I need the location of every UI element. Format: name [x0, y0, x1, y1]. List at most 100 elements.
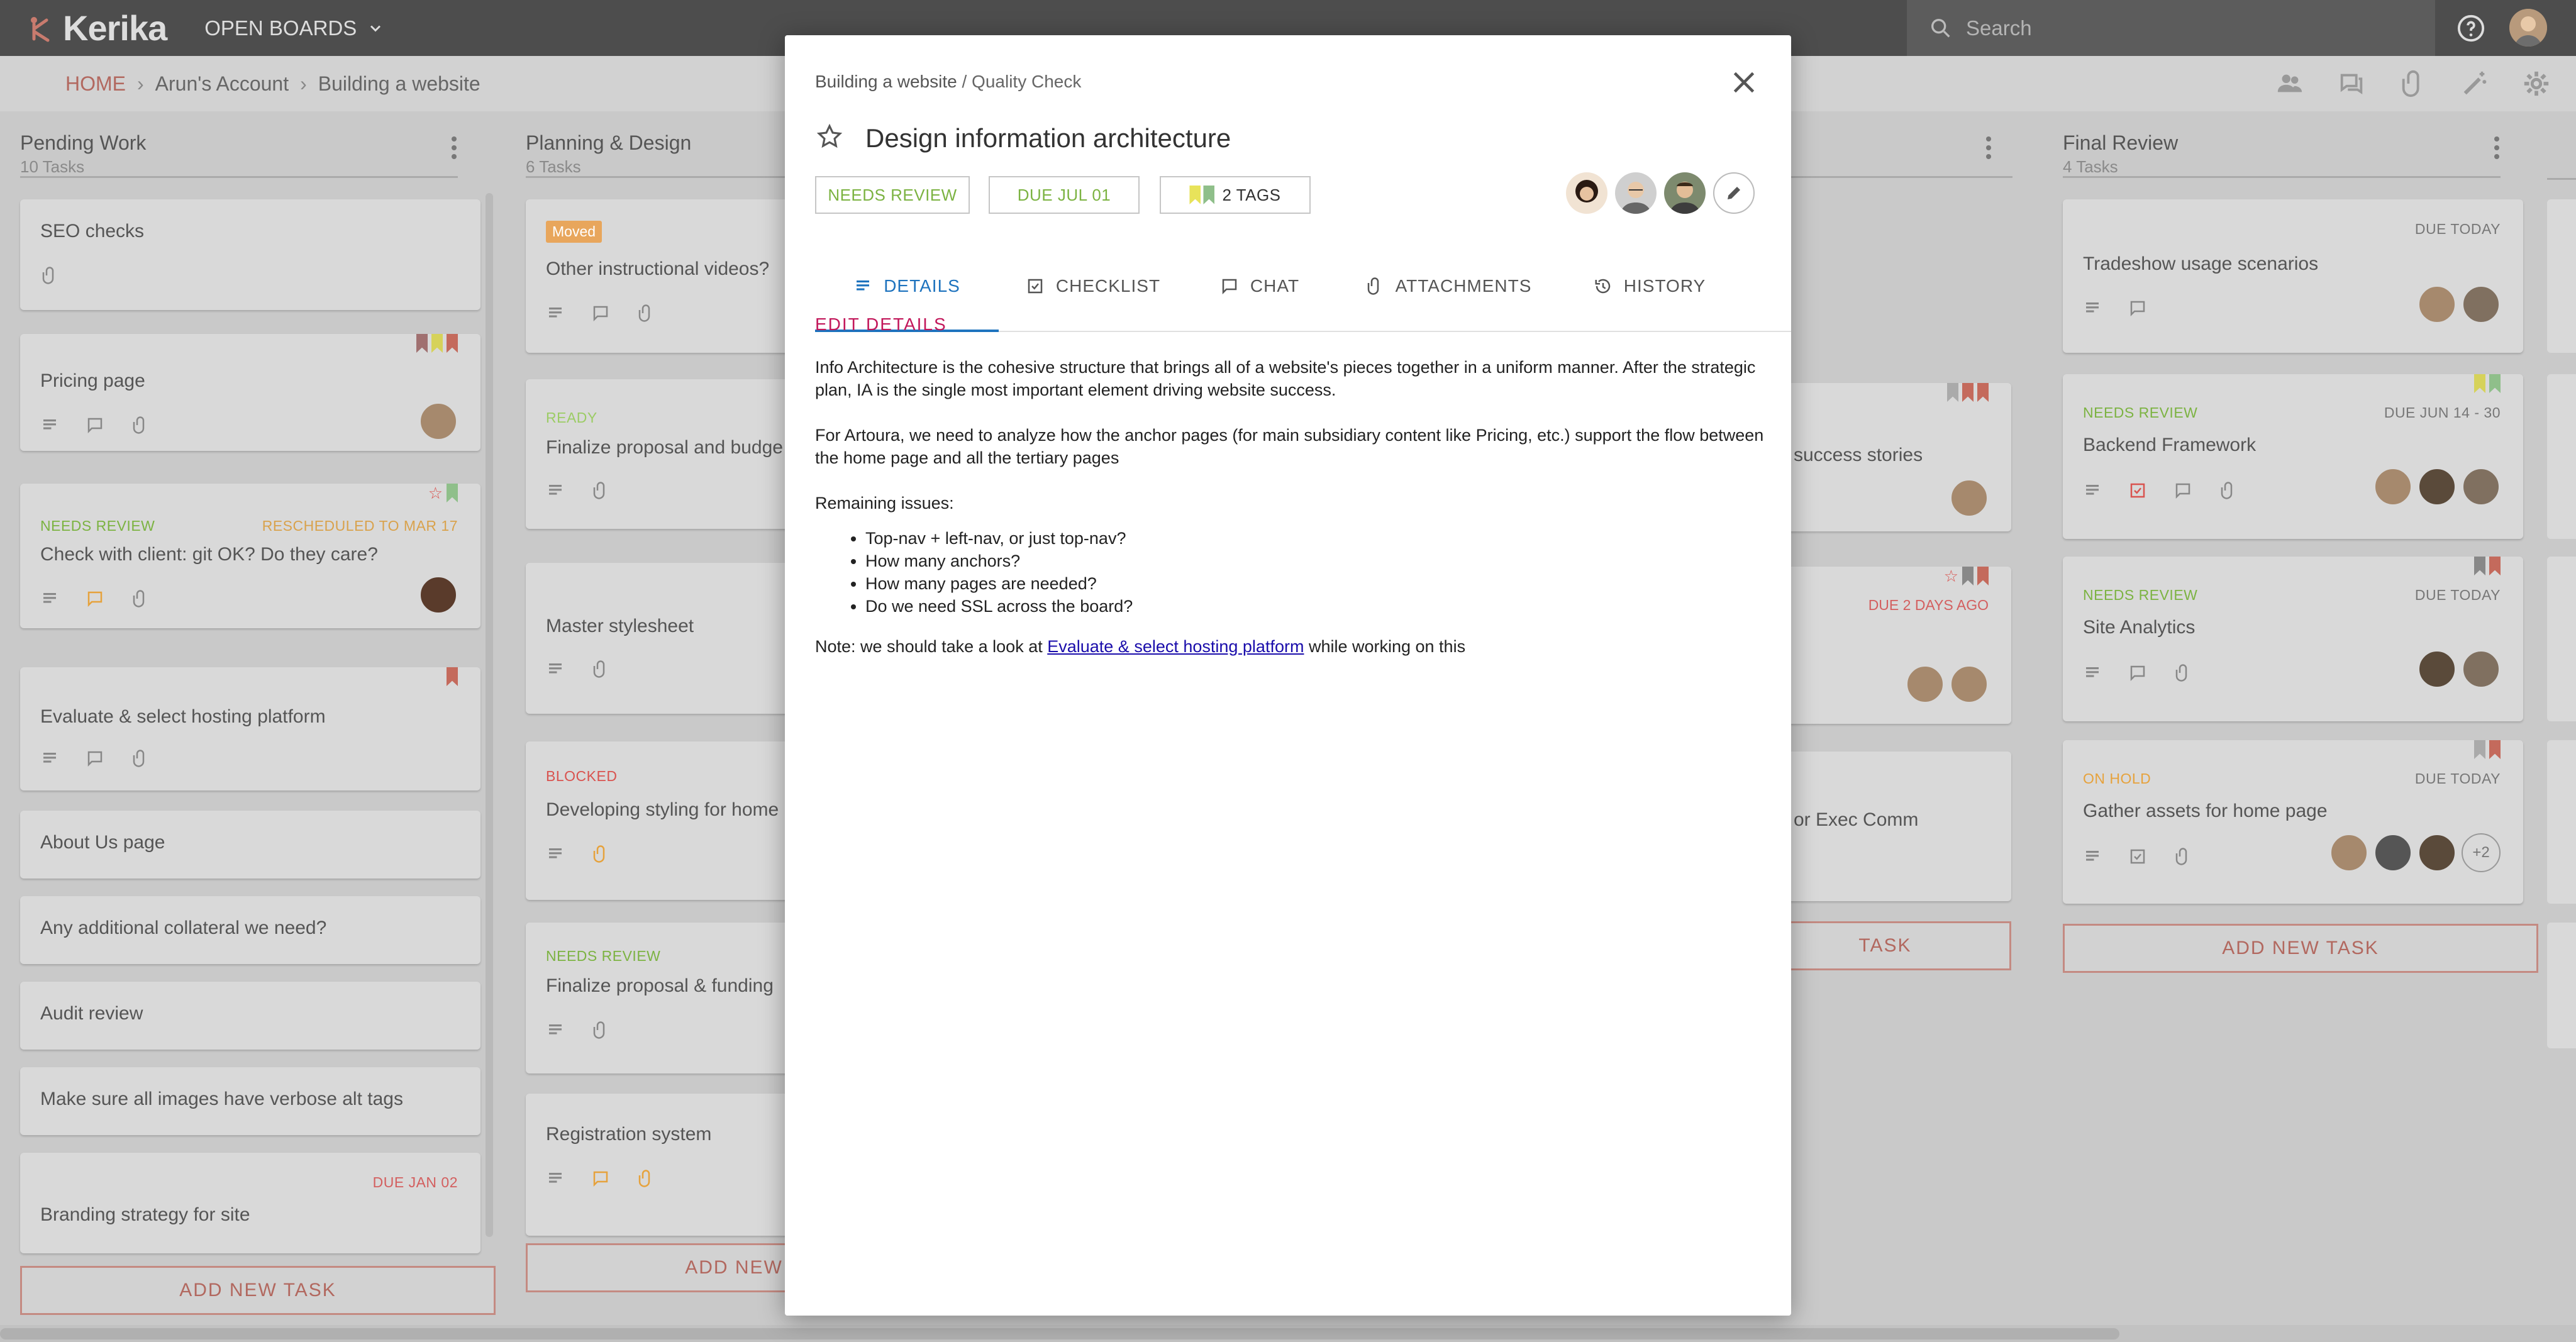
kerika-logo-icon: [31, 16, 50, 42]
breadcrumb-separator: /: [957, 72, 972, 91]
open-boards-label: OPEN BOARDS: [204, 16, 357, 40]
card-avatars: [419, 402, 458, 441]
card-avatars: [2373, 467, 2501, 506]
remaining-issues-heading: Remaining issues:: [815, 494, 954, 513]
breadcrumb-home[interactable]: HOME: [65, 72, 126, 96]
avatar[interactable]: [1615, 172, 1657, 214]
close-icon[interactable]: [1728, 67, 1760, 98]
edit-assignees-button[interactable]: [1713, 172, 1755, 214]
card-tradeshow[interactable]: DUE TODAY Tradeshow usage scenarios: [2063, 199, 2523, 353]
card-icons: [40, 589, 150, 608]
kerika-logo[interactable]: Kerika: [25, 0, 167, 56]
card-backend-framework[interactable]: NEEDS REVIEW DUE JUN 14 - 30 Backend Fra…: [2063, 374, 2523, 539]
user-avatar[interactable]: [2509, 9, 2547, 47]
breadcrumb-account[interactable]: Arun's Account: [155, 72, 289, 96]
details-icon: [549, 307, 562, 318]
tab-attachments[interactable]: ATTACHMENTS: [1332, 240, 1565, 332]
board-chat-icon[interactable]: [2337, 69, 2366, 98]
task-breadcrumb: Building a website / Quality Check: [815, 72, 1081, 92]
attachment-icon[interactable]: [2399, 69, 2428, 98]
card-icons: [40, 749, 150, 768]
tab-label: ATTACHMENTS: [1395, 276, 1532, 296]
card-icons: [40, 416, 150, 435]
list-item: Top-nav + left-nav, or just top-nav?: [865, 527, 1771, 550]
add-new-task-button[interactable]: TASK: [1761, 921, 2011, 970]
tab-checklist[interactable]: CHECKLIST: [999, 240, 1187, 332]
card-title: Evaluate & select hosting platform: [40, 706, 326, 727]
attachment-icon: [2175, 664, 2187, 682]
more-avatars-badge[interactable]: +2: [2462, 833, 2501, 872]
status-badge: NEEDS REVIEW: [2083, 404, 2198, 421]
attachment-icon: [593, 482, 605, 499]
due-date: DUE TODAY: [2414, 221, 2501, 237]
search-input[interactable]: Search: [1907, 0, 2435, 56]
team-icon[interactable]: [2275, 69, 2304, 98]
details-icon: [2086, 302, 2099, 313]
card-success-stories[interactable]: success stories: [1761, 383, 2011, 531]
details-icon: [2086, 850, 2099, 861]
card-gather-assets[interactable]: ON HOLD DUE TODAY Gather assets for home…: [2063, 740, 2523, 904]
issues-list: Top-nav + left-nav, or just top-nav? How…: [865, 527, 1771, 618]
list-item: How many pages are needed?: [865, 572, 1771, 595]
column-count: 10 Tasks: [20, 157, 85, 176]
status-badge: BLOCKED: [546, 768, 618, 784]
column-menu-icon[interactable]: [2494, 136, 2501, 159]
card-additional-collateral[interactable]: Any additional collateral we need?: [20, 896, 480, 964]
avatar: [1950, 665, 1989, 704]
card-exec-comm[interactable]: or Exec Comm: [1761, 751, 2011, 901]
hosting-platform-link[interactable]: Evaluate & select hosting platform: [1047, 637, 1304, 656]
card-due-2-days-ago[interactable]: ☆ DUE 2 DAYS AGO: [1761, 567, 2011, 724]
chat-icon: [2130, 301, 2145, 317]
card-branding-strategy[interactable]: DUE JAN 02 Branding strategy for site: [20, 1153, 480, 1253]
card-avatars: [1906, 665, 1989, 704]
card-title: Any additional collateral we need?: [40, 918, 327, 938]
avatar[interactable]: [1566, 172, 1607, 214]
details-icon: [549, 1172, 562, 1183]
pencil-icon: [1728, 187, 1740, 199]
card-check-with-client[interactable]: ☆ NEEDS REVIEW RESCHEDULED TO MAR 17 Che…: [20, 484, 480, 628]
settings-gear-icon[interactable]: [2522, 69, 2551, 98]
description-paragraph: For Artoura, we need to analyze how the …: [815, 426, 1764, 467]
task-column-name: Quality Check: [972, 72, 1082, 91]
avatar[interactable]: [1664, 172, 1706, 214]
card-title: Master stylesheet: [546, 616, 694, 636]
tag-flags: [2474, 557, 2501, 575]
card-alt-tags[interactable]: Make sure all images have verbose alt ta…: [20, 1067, 480, 1135]
card-title: or Exec Comm: [1794, 809, 1919, 830]
status-chip[interactable]: NEEDS REVIEW: [815, 176, 970, 214]
card-audit-review[interactable]: Audit review: [20, 982, 480, 1050]
due-date-chip[interactable]: DUE JUL 01: [989, 176, 1140, 214]
list-item: How many anchors?: [865, 550, 1771, 572]
app-name: Kerika: [63, 8, 167, 48]
column-menu-icon[interactable]: [1986, 136, 1992, 159]
tags-chip[interactable]: 2 TAGS: [1160, 176, 1311, 214]
avatar: [419, 402, 458, 441]
card-title: Registration system: [546, 1124, 712, 1145]
column-pending-work: Pending Work 10 Tasks SEO checks Pricing…: [0, 111, 496, 1315]
help-icon[interactable]: [2457, 14, 2485, 43]
edit-details-link[interactable]: EDIT DETAILS: [815, 314, 947, 335]
magic-wand-icon[interactable]: [2460, 69, 2489, 98]
card-pricing-page[interactable]: Pricing page: [20, 334, 480, 451]
card-icons: [40, 266, 59, 285]
board-horizontal-scrollbar[interactable]: [0, 1325, 2576, 1342]
add-new-task-button[interactable]: ADD NEW TASK: [2063, 924, 2538, 973]
card-seo-checks[interactable]: SEO checks: [20, 199, 480, 310]
card-site-analytics[interactable]: NEEDS REVIEW DUE TODAY Site Analytics: [2063, 557, 2523, 721]
tab-chat[interactable]: CHAT: [1187, 240, 1332, 332]
column-scrollbar[interactable]: [486, 193, 493, 1237]
add-new-task-button[interactable]: ADD NEW TASK: [20, 1266, 496, 1315]
tab-history[interactable]: HISTORY: [1565, 240, 1735, 332]
star-icon[interactable]: [816, 123, 843, 150]
task-title[interactable]: Design information architecture: [865, 123, 1231, 153]
note-text: while working on this: [1304, 637, 1466, 656]
details-icon: [549, 663, 562, 674]
card-evaluate-hosting[interactable]: Evaluate & select hosting platform: [20, 667, 480, 790]
open-boards-menu[interactable]: OPEN BOARDS: [204, 16, 384, 40]
avatar: [2462, 467, 2501, 506]
card-about-us[interactable]: About Us page: [20, 811, 480, 879]
task-board-name[interactable]: Building a website: [815, 72, 957, 91]
column-menu-icon[interactable]: [452, 136, 458, 159]
tag-flags: [2474, 740, 2501, 759]
avatar: [1950, 479, 1989, 518]
